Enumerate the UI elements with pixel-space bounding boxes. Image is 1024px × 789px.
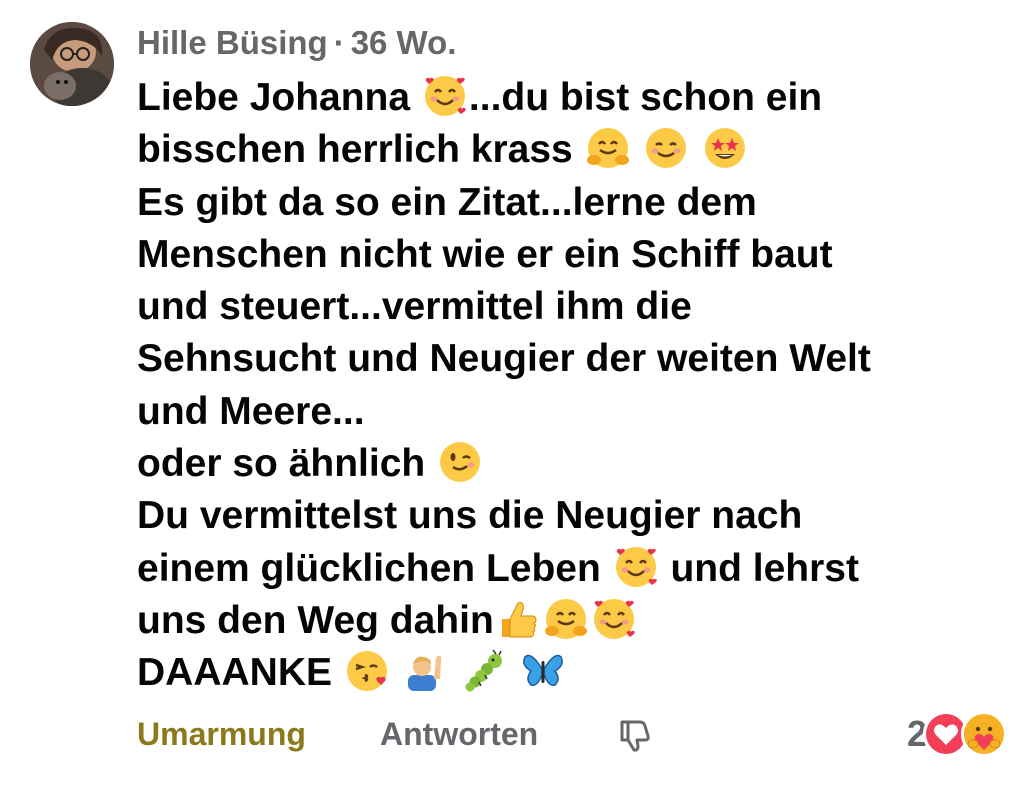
smiling-face-with-hearts-icon [614, 545, 658, 589]
comment-text-segment: und lehrst [659, 546, 859, 590]
comment-text-segment: oder so ähnlich [137, 442, 437, 486]
comment-text-segment: uns den Weg dahin [137, 598, 494, 642]
comment-text-segment: Du vermittelst uns die Neugier nach [137, 494, 803, 538]
comment-text-segment: Menschen nicht wie er ein Schiff baut [137, 232, 833, 276]
comment: Hille Büsing · 36 Wo. Liebe Johanna ...du … [0, 0, 1024, 789]
hug-reaction-button[interactable]: Umarmung [137, 712, 306, 756]
comment-text-segment: DAAANKE [137, 651, 343, 695]
comment-text-segment [632, 128, 643, 171]
butterfly-icon [521, 649, 565, 693]
comment-text-segment: bisschen herrlich krass [137, 128, 584, 172]
comment-text-segment [690, 128, 701, 171]
comment-line: oder so ähnlich [137, 438, 997, 490]
comment-line: DAAANKE [137, 647, 997, 699]
smiling-face-with-hearts-icon [592, 597, 636, 641]
comment-text-segment: Sehnsucht und Neugier der weiten Welt [137, 337, 871, 381]
face-blowing-kiss-icon [345, 649, 389, 693]
smiling-face-icon [644, 126, 688, 170]
comment-text-segment [509, 651, 520, 694]
comment-text-segment: ...du bist schon ein [468, 76, 823, 119]
comment-text-segment [450, 651, 461, 694]
person-raising-hand-icon [404, 649, 448, 693]
comment-text-segment: einem glücklichen Leben [137, 546, 612, 590]
comment-text-segment: Es gibt da so ein Zitat...lerne dem [137, 180, 757, 224]
hugging-face-icon [544, 597, 588, 641]
thumbs-down-icon[interactable] [614, 714, 654, 754]
caterpillar-icon [463, 649, 507, 693]
comment-line: einem glücklichen Leben und lehrst [137, 543, 997, 595]
comment-line: und steuert...vermittel ihm die [137, 281, 997, 333]
comment-text-segment: Liebe Johanna [137, 76, 421, 119]
star-struck-icon [703, 126, 747, 170]
timestamp[interactable]: 36 Wo. [351, 24, 457, 61]
comment-line: Du vermittelst uns die Neugier nach [137, 490, 997, 542]
comment-line: Liebe Johanna ...du bist schon ein [137, 72, 997, 124]
hugging-face-icon [586, 126, 630, 170]
comment-text: Liebe Johanna ...du bist schon ein bissch… [137, 72, 997, 700]
comment-header: Hille Büsing · 36 Wo. [137, 24, 456, 62]
avatar-photo [30, 22, 114, 106]
winking-face-icon [438, 440, 482, 484]
reply-button[interactable]: Antworten [380, 712, 538, 756]
separator-dot: · [333, 24, 345, 61]
smiling-face-with-hearts-icon [423, 74, 467, 118]
thumbs-up-icon [496, 597, 540, 641]
reaction-summary[interactable]: 2 [907, 711, 1007, 757]
avatar[interactable] [30, 22, 114, 106]
comment-text-segment [391, 651, 402, 694]
author-name[interactable]: Hille Büsing [137, 24, 328, 61]
comment-actions: Umarmung Antworten 2 [137, 711, 1007, 757]
comment-line: Sehnsucht und Neugier der weiten Welt [137, 333, 997, 385]
comment-text-segment: und Meere... [137, 389, 365, 433]
comment-text-segment: und steuert...vermittel ihm die [137, 285, 692, 329]
comment-line: uns den Weg dahin [137, 595, 997, 647]
comment-line: bisschen herrlich krass [137, 124, 997, 176]
care-hug-icon [961, 711, 1007, 757]
comment-line: Es gibt da so ein Zitat...lerne dem [137, 177, 997, 229]
comment-line: und Meere... [137, 386, 997, 438]
comment-line: Menschen nicht wie er ein Schiff baut [137, 229, 997, 281]
